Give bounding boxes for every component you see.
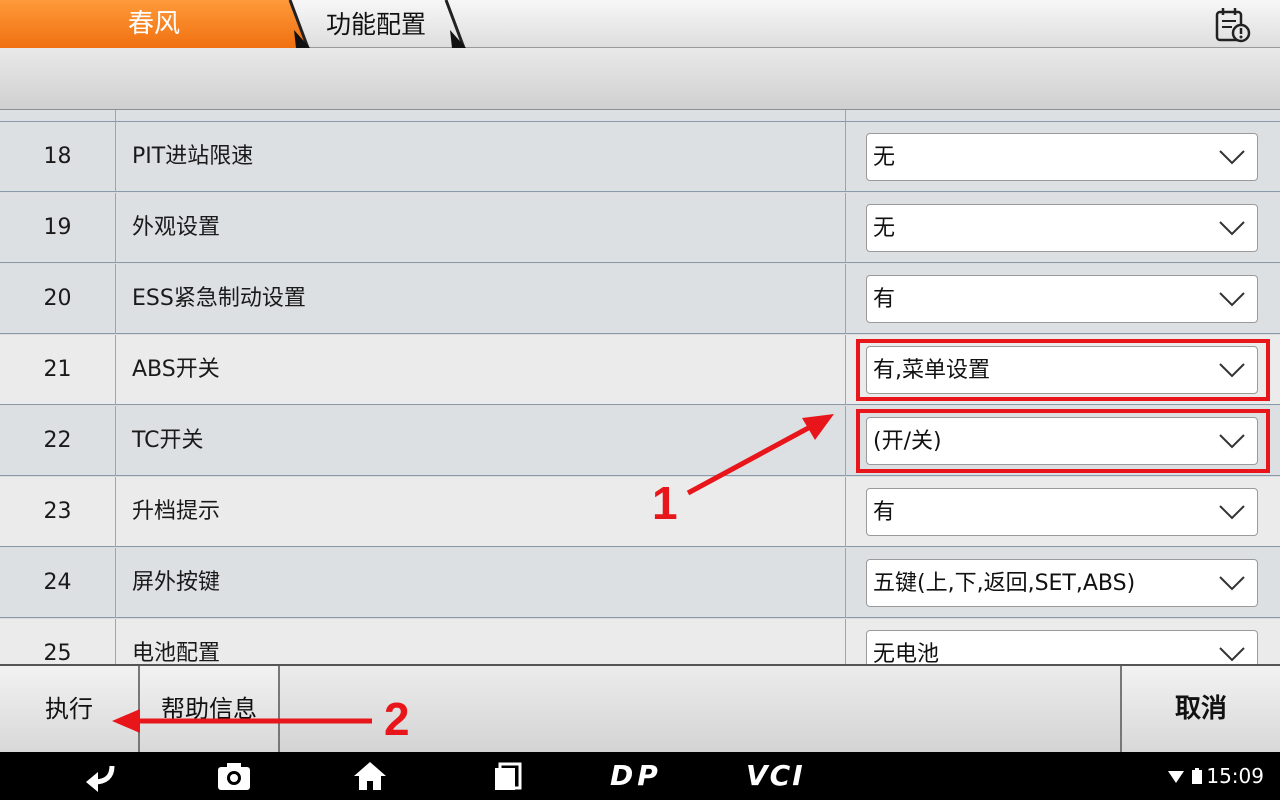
option-dropdown[interactable]: 无 (866, 133, 1258, 181)
chevron-down-icon (1219, 150, 1245, 165)
row-number: 25 (0, 619, 116, 664)
recent-apps-icon[interactable] (490, 760, 526, 792)
cancel-button[interactable]: 取消 (1120, 666, 1280, 752)
row-label: ESS紧急制动设置 (116, 264, 846, 334)
row-label: ABS开关 (116, 335, 846, 405)
sub-header (0, 48, 1280, 110)
home-icon[interactable] (352, 760, 388, 792)
report-icon[interactable] (1212, 6, 1252, 44)
row-label: 屏外按键 (116, 548, 846, 618)
row-number: 24 (0, 548, 116, 618)
table-row[interactable]: 18 PIT进站限速 无 (0, 122, 1280, 192)
annotation-label-1: 1 (652, 477, 678, 529)
chevron-down-icon (1219, 576, 1245, 591)
dropdown-value: 无 (873, 145, 896, 170)
help-info-button[interactable]: 帮助信息 (140, 666, 280, 752)
option-dropdown[interactable]: 有 (866, 275, 1258, 323)
table-row[interactable]: 24 屏外按键 五键(上,下,返回,SET,ABS) (0, 548, 1280, 618)
row-number: 23 (0, 477, 116, 547)
row-number: 18 (0, 122, 116, 192)
option-dropdown[interactable]: 五键(上,下,返回,SET,ABS) (866, 559, 1258, 607)
table-row[interactable]: 19 外观设置 无 (0, 193, 1280, 263)
dropdown-value: 五键(上,下,返回,SET,ABS) (873, 571, 1136, 596)
annotation-label-2: 2 (384, 693, 410, 745)
dropdown-value: 有 (873, 287, 896, 312)
highlight-box (856, 409, 1270, 473)
system-nav-bar: DP VCI 15:09 (0, 752, 1280, 800)
option-dropdown[interactable]: 有 (866, 488, 1258, 536)
row-number: 19 (0, 193, 116, 263)
table-row[interactable]: 23 升档提示 有 (0, 477, 1280, 547)
execute-button[interactable]: 执行 (0, 666, 140, 752)
title-bar: 春风 功能配置 (0, 0, 1280, 48)
row-number: 21 (0, 335, 116, 405)
option-dropdown[interactable]: 无 (866, 204, 1258, 252)
wifi-battery-icon (1168, 768, 1202, 784)
row-label: TC开关 (116, 406, 846, 476)
row-label: 电池配置 (116, 619, 846, 664)
breadcrumb-page[interactable]: 功能配置 (326, 0, 426, 48)
highlight-box (856, 339, 1270, 401)
row-number: 20 (0, 264, 116, 334)
option-dropdown[interactable]: 无电池 (866, 630, 1258, 664)
clock: 15:09 (1206, 764, 1264, 788)
dropdown-value: 有 (873, 500, 896, 525)
chevron-down-icon (1219, 221, 1245, 236)
row-label: PIT进站限速 (116, 122, 846, 192)
screen: 春风 功能配置 18 PIT进站限速 无 19 外观设置 无 20 ESS紧急制… (0, 0, 1280, 800)
row-label: 升档提示 (116, 477, 846, 547)
chevron-down-icon (1219, 647, 1245, 662)
chevron-down-icon (1219, 292, 1245, 307)
camera-icon[interactable] (216, 760, 252, 792)
breadcrumb-brand[interactable]: 春风 (0, 0, 310, 48)
row-label: 外观设置 (116, 193, 846, 263)
action-bar: 执行 帮助信息 取消 (0, 664, 1280, 752)
chevron-down-icon (1219, 505, 1245, 520)
table-row[interactable]: 25 电池配置 无电池 (0, 619, 1280, 664)
back-icon[interactable] (82, 760, 118, 792)
dropdown-value: 无电池 (873, 642, 940, 664)
table-row[interactable]: 20 ESS紧急制动设置 有 (0, 264, 1280, 334)
row-number: 22 (0, 406, 116, 476)
vci-app-icon[interactable]: VCI (746, 752, 805, 800)
dp-app-icon[interactable]: DP (610, 752, 662, 800)
dropdown-value: 无 (873, 216, 896, 241)
